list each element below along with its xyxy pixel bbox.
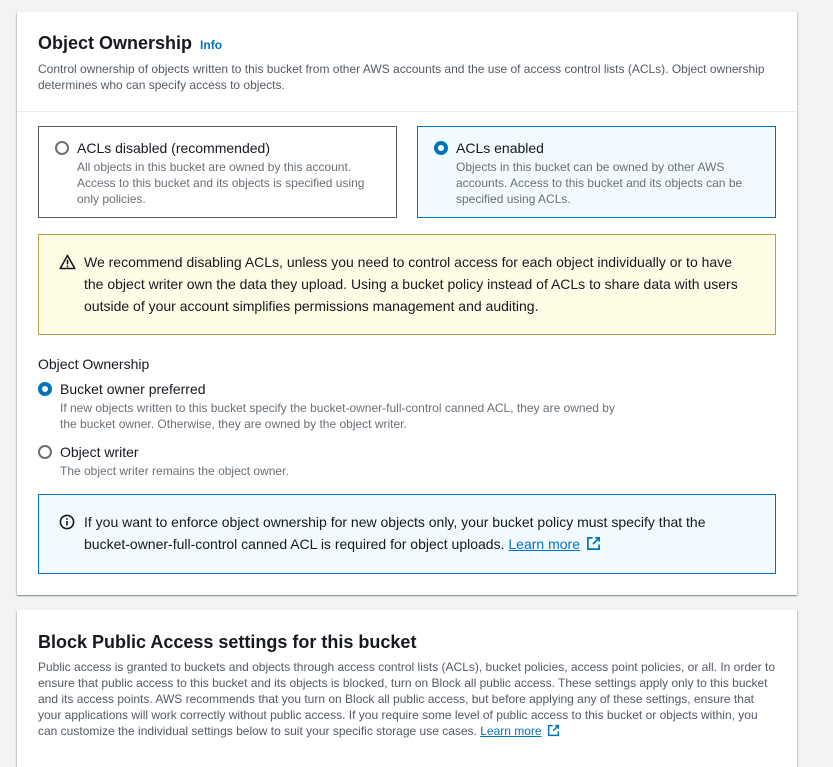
acls-enabled-radio[interactable] (434, 141, 448, 155)
block-public-access-panel: Block Public Access settings for this bu… (17, 610, 797, 767)
warning-icon (59, 251, 76, 273)
block-public-access-description: Public access is granted to buckets and … (38, 660, 776, 738)
bucket-owner-preferred-description: If new objects written to this bucket sp… (60, 401, 615, 431)
info-text: If you want to enforce object ownership … (84, 514, 706, 552)
tile-acls-enabled-label: ACLs enabled (456, 140, 544, 156)
info-link[interactable]: Info (200, 33, 222, 57)
bucket-owner-preferred-label: Bucket owner preferred (60, 381, 206, 397)
tile-acls-disabled-label: ACLs disabled (recommended) (77, 140, 270, 156)
info-circle-icon (59, 511, 76, 533)
bpa-external-link-icon[interactable] (547, 724, 560, 741)
option-bucket-owner-preferred[interactable]: Bucket owner preferred If new objects wr… (38, 380, 620, 432)
block-public-access-title: Block Public Access settings for this bu… (38, 632, 417, 652)
external-link-icon[interactable] (586, 535, 601, 557)
object-writer-label: Object writer (60, 444, 139, 460)
ownership-group-label: Object Ownership (38, 356, 150, 372)
tile-acls-disabled[interactable]: ACLs disabled (recommended) All objects … (38, 126, 397, 218)
object-ownership-title-row: Object Ownership Info (38, 31, 777, 57)
acl-tiles: ACLs disabled (recommended) All objects … (38, 126, 776, 218)
bucket-owner-preferred-content: Bucket owner preferred If new objects wr… (60, 380, 620, 432)
tile-acls-enabled-content: ACLs enabled Objects in this bucket can … (456, 139, 759, 207)
block-public-access-header: Block Public Access settings for this bu… (17, 610, 797, 759)
object-ownership-description: Control ownership of objects written to … (38, 62, 765, 92)
object-writer-radio[interactable] (38, 445, 52, 459)
object-writer-description: The object writer remains the object own… (60, 464, 289, 478)
info-alert-body: If you want to enforce object ownership … (84, 511, 755, 559)
object-ownership-header: Object Ownership Info Control ownership … (17, 12, 797, 112)
object-ownership-title: Object Ownership (38, 33, 193, 53)
acls-disabled-radio[interactable] (55, 141, 69, 155)
ownership-info-alert: If you want to enforce object ownership … (38, 494, 776, 574)
option-object-writer[interactable]: Object writer The object writer remains … (38, 443, 620, 479)
tile-acls-enabled-description: Objects in this bucket can be owned by o… (456, 160, 743, 206)
ownership-radio-group: Object Ownership Bucket owner preferred … (38, 355, 620, 479)
tile-acls-disabled-content: ACLs disabled (recommended) All objects … (77, 139, 380, 207)
learn-more-link[interactable]: Learn more (508, 536, 580, 552)
object-ownership-panel: Object Ownership Info Control ownership … (17, 12, 797, 595)
bpa-learn-more-link[interactable]: Learn more (480, 724, 541, 738)
warning-text: We recommend disabling ACLs, unless you … (84, 254, 738, 314)
tile-acls-enabled[interactable]: ACLs enabled Objects in this bucket can … (417, 126, 776, 218)
object-writer-content: Object writer The object writer remains … (60, 443, 289, 479)
block-public-access-description-wrap: Public access is granted to buckets and … (38, 659, 777, 741)
acl-warning-alert: We recommend disabling ACLs, unless you … (38, 234, 776, 335)
bucket-owner-preferred-radio[interactable] (38, 382, 52, 396)
tile-acls-disabled-description: All objects in this bucket are owned by … (77, 160, 365, 206)
